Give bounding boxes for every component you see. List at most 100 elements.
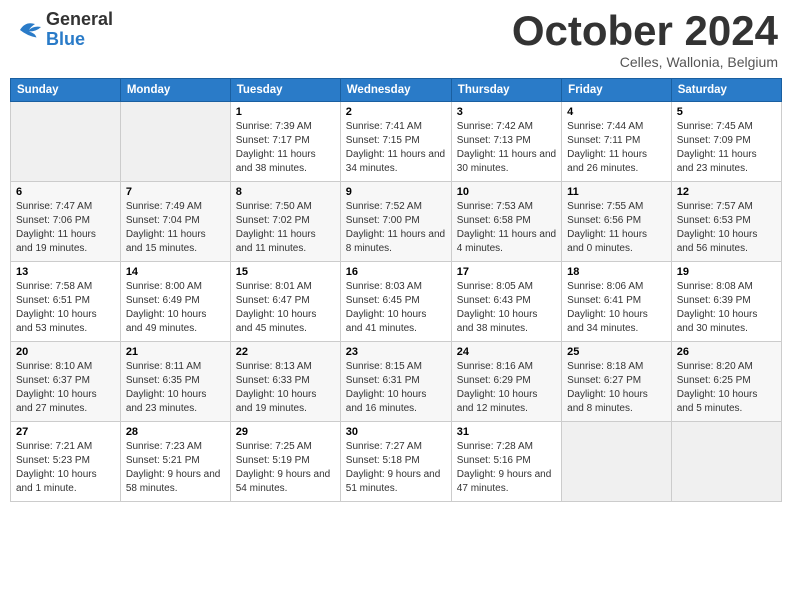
day-info: Sunrise: 7:42 AM Sunset: 7:13 PM Dayligh…	[457, 120, 556, 176]
page-header: General Blue October 2024 Celles, Wallon…	[10, 10, 782, 70]
calendar-cell: 6Sunrise: 7:47 AM Sunset: 7:06 PM Daylig…	[11, 182, 121, 262]
calendar-cell	[671, 422, 781, 502]
day-info: Sunrise: 7:44 AM Sunset: 7:11 PM Dayligh…	[567, 120, 666, 176]
logo-blue: Blue	[46, 29, 85, 49]
day-info: Sunrise: 8:16 AM Sunset: 6:29 PM Dayligh…	[457, 360, 556, 416]
day-info: Sunrise: 7:47 AM Sunset: 7:06 PM Dayligh…	[16, 200, 115, 256]
calendar-cell: 18 Sunrise: 8:06 AM Sunset: 6:41 PM Dayli…	[562, 262, 672, 342]
calendar-cell: 15Sunrise: 8:01 AM Sunset: 6:47 PM Dayli…	[230, 262, 340, 342]
calendar-table: SundayMondayTuesdayWednesdayThursdayFrid…	[10, 78, 782, 502]
calendar-cell: 30 Sunrise: 7:27 AM Sunset: 5:18 PM Dayli…	[340, 422, 451, 502]
logo-icon	[14, 15, 44, 45]
day-number: 20	[16, 346, 115, 358]
calendar-cell	[11, 102, 121, 182]
calendar-cell: 10 Sunrise: 7:53 AM Sunset: 6:58 PM Dayli…	[451, 182, 561, 262]
day-number: 28	[126, 426, 225, 438]
day-info: Sunrise: 7:53 AM Sunset: 6:58 PM Dayligh…	[457, 200, 556, 256]
day-info: Sunrise: 7:50 AM Sunset: 7:02 PM Dayligh…	[236, 200, 335, 256]
calendar-week-row: 27Sunrise: 7:21 AM Sunset: 5:23 PM Dayli…	[11, 422, 782, 502]
day-info: Sunrise: 7:45 AM Sunset: 7:09 PM Dayligh…	[677, 120, 776, 176]
day-number: 11	[567, 186, 666, 198]
day-info: Sunrise: 8:13 AM Sunset: 6:33 PM Dayligh…	[236, 360, 335, 416]
day-number: 24	[457, 346, 556, 358]
calendar-week-row: 20 Sunrise: 8:10 AM Sunset: 6:37 PM Dayli…	[11, 342, 782, 422]
day-info: Sunrise: 8:18 AM Sunset: 6:27 PM Dayligh…	[567, 360, 666, 416]
calendar-cell: 8 Sunrise: 7:50 AM Sunset: 7:02 PM Daylig…	[230, 182, 340, 262]
day-number: 23	[346, 346, 446, 358]
day-info: Sunrise: 8:11 AM Sunset: 6:35 PM Dayligh…	[126, 360, 225, 416]
day-number: 9	[346, 186, 446, 198]
day-number: 30	[346, 426, 446, 438]
day-header-friday: Friday	[562, 79, 672, 102]
day-info: Sunrise: 7:55 AM Sunset: 6:56 PM Dayligh…	[567, 200, 666, 256]
day-header-sunday: Sunday	[11, 79, 121, 102]
day-number: 15	[236, 266, 335, 278]
calendar-cell: 24 Sunrise: 8:16 AM Sunset: 6:29 PM Dayli…	[451, 342, 561, 422]
calendar-cell: 3 Sunrise: 7:42 AM Sunset: 7:13 PM Daylig…	[451, 102, 561, 182]
calendar-cell: 4 Sunrise: 7:44 AM Sunset: 7:11 PM Daylig…	[562, 102, 672, 182]
day-info: Sunrise: 7:41 AM Sunset: 7:15 PM Dayligh…	[346, 120, 446, 176]
calendar-cell: 31Sunrise: 7:28 AM Sunset: 5:16 PM Dayli…	[451, 422, 561, 502]
calendar-cell: 26Sunrise: 8:20 AM Sunset: 6:25 PM Dayli…	[671, 342, 781, 422]
day-header-tuesday: Tuesday	[230, 79, 340, 102]
calendar-header-row: SundayMondayTuesdayWednesdayThursdayFrid…	[11, 79, 782, 102]
day-number: 21	[126, 346, 225, 358]
calendar-cell: 29Sunrise: 7:25 AM Sunset: 5:19 PM Dayli…	[230, 422, 340, 502]
calendar-cell: 7 Sunrise: 7:49 AM Sunset: 7:04 PM Daylig…	[120, 182, 230, 262]
calendar-cell: 16 Sunrise: 8:03 AM Sunset: 6:45 PM Dayli…	[340, 262, 451, 342]
calendar-cell: 12 Sunrise: 7:57 AM Sunset: 6:53 PM Dayli…	[671, 182, 781, 262]
logo-general: General	[46, 9, 113, 29]
day-info: Sunrise: 7:57 AM Sunset: 6:53 PM Dayligh…	[677, 200, 776, 256]
day-header-monday: Monday	[120, 79, 230, 102]
day-info: Sunrise: 7:58 AM Sunset: 6:51 PM Dayligh…	[16, 280, 115, 336]
calendar-cell: 9 Sunrise: 7:52 AM Sunset: 7:00 PM Daylig…	[340, 182, 451, 262]
calendar-cell: 2 Sunrise: 7:41 AM Sunset: 7:15 PM Daylig…	[340, 102, 451, 182]
day-number: 10	[457, 186, 556, 198]
day-header-thursday: Thursday	[451, 79, 561, 102]
day-number: 19	[677, 266, 776, 278]
day-number: 31	[457, 426, 556, 438]
day-header-saturday: Saturday	[671, 79, 781, 102]
day-info: Sunrise: 8:06 AM Sunset: 6:41 PM Dayligh…	[567, 280, 666, 336]
day-info: Sunrise: 8:10 AM Sunset: 6:37 PM Dayligh…	[16, 360, 115, 416]
day-number: 22	[236, 346, 335, 358]
day-info: Sunrise: 7:25 AM Sunset: 5:19 PM Dayligh…	[236, 440, 335, 496]
calendar-cell: 20 Sunrise: 8:10 AM Sunset: 6:37 PM Dayli…	[11, 342, 121, 422]
day-number: 18	[567, 266, 666, 278]
location-subtitle: Celles, Wallonia, Belgium	[512, 54, 778, 70]
day-info: Sunrise: 7:52 AM Sunset: 7:00 PM Dayligh…	[346, 200, 446, 256]
day-number: 4	[567, 106, 666, 118]
day-number: 16	[346, 266, 446, 278]
calendar-cell: 5 Sunrise: 7:45 AM Sunset: 7:09 PM Daylig…	[671, 102, 781, 182]
calendar-cell: 11 Sunrise: 7:55 AM Sunset: 6:56 PM Dayli…	[562, 182, 672, 262]
day-number: 7	[126, 186, 225, 198]
day-info: Sunrise: 8:00 AM Sunset: 6:49 PM Dayligh…	[126, 280, 225, 336]
day-number: 5	[677, 106, 776, 118]
day-info: Sunrise: 8:03 AM Sunset: 6:45 PM Dayligh…	[346, 280, 446, 336]
calendar-week-row: 1 Sunrise: 7:39 AM Sunset: 7:17 PM Daylig…	[11, 102, 782, 182]
calendar-cell: 23Sunrise: 8:15 AM Sunset: 6:31 PM Dayli…	[340, 342, 451, 422]
calendar-week-row: 13 Sunrise: 7:58 AM Sunset: 6:51 PM Dayli…	[11, 262, 782, 342]
day-number: 8	[236, 186, 335, 198]
day-info: Sunrise: 7:39 AM Sunset: 7:17 PM Dayligh…	[236, 120, 335, 176]
logo: General Blue	[14, 10, 113, 50]
day-number: 2	[346, 106, 446, 118]
day-number: 1	[236, 106, 335, 118]
calendar-cell: 21 Sunrise: 8:11 AM Sunset: 6:35 PM Dayli…	[120, 342, 230, 422]
day-number: 13	[16, 266, 115, 278]
day-info: Sunrise: 8:08 AM Sunset: 6:39 PM Dayligh…	[677, 280, 776, 336]
calendar-cell: 22 Sunrise: 8:13 AM Sunset: 6:33 PM Dayli…	[230, 342, 340, 422]
calendar-cell	[120, 102, 230, 182]
title-block: October 2024 Celles, Wallonia, Belgium	[512, 10, 778, 70]
day-number: 26	[677, 346, 776, 358]
day-info: Sunrise: 7:23 AM Sunset: 5:21 PM Dayligh…	[126, 440, 225, 496]
day-info: Sunrise: 7:27 AM Sunset: 5:18 PM Dayligh…	[346, 440, 446, 496]
day-header-wednesday: Wednesday	[340, 79, 451, 102]
day-number: 12	[677, 186, 776, 198]
day-number: 25	[567, 346, 666, 358]
day-number: 3	[457, 106, 556, 118]
calendar-cell	[562, 422, 672, 502]
calendar-cell: 13 Sunrise: 7:58 AM Sunset: 6:51 PM Dayli…	[11, 262, 121, 342]
day-info: Sunrise: 8:05 AM Sunset: 6:43 PM Dayligh…	[457, 280, 556, 336]
day-info: Sunrise: 7:49 AM Sunset: 7:04 PM Dayligh…	[126, 200, 225, 256]
